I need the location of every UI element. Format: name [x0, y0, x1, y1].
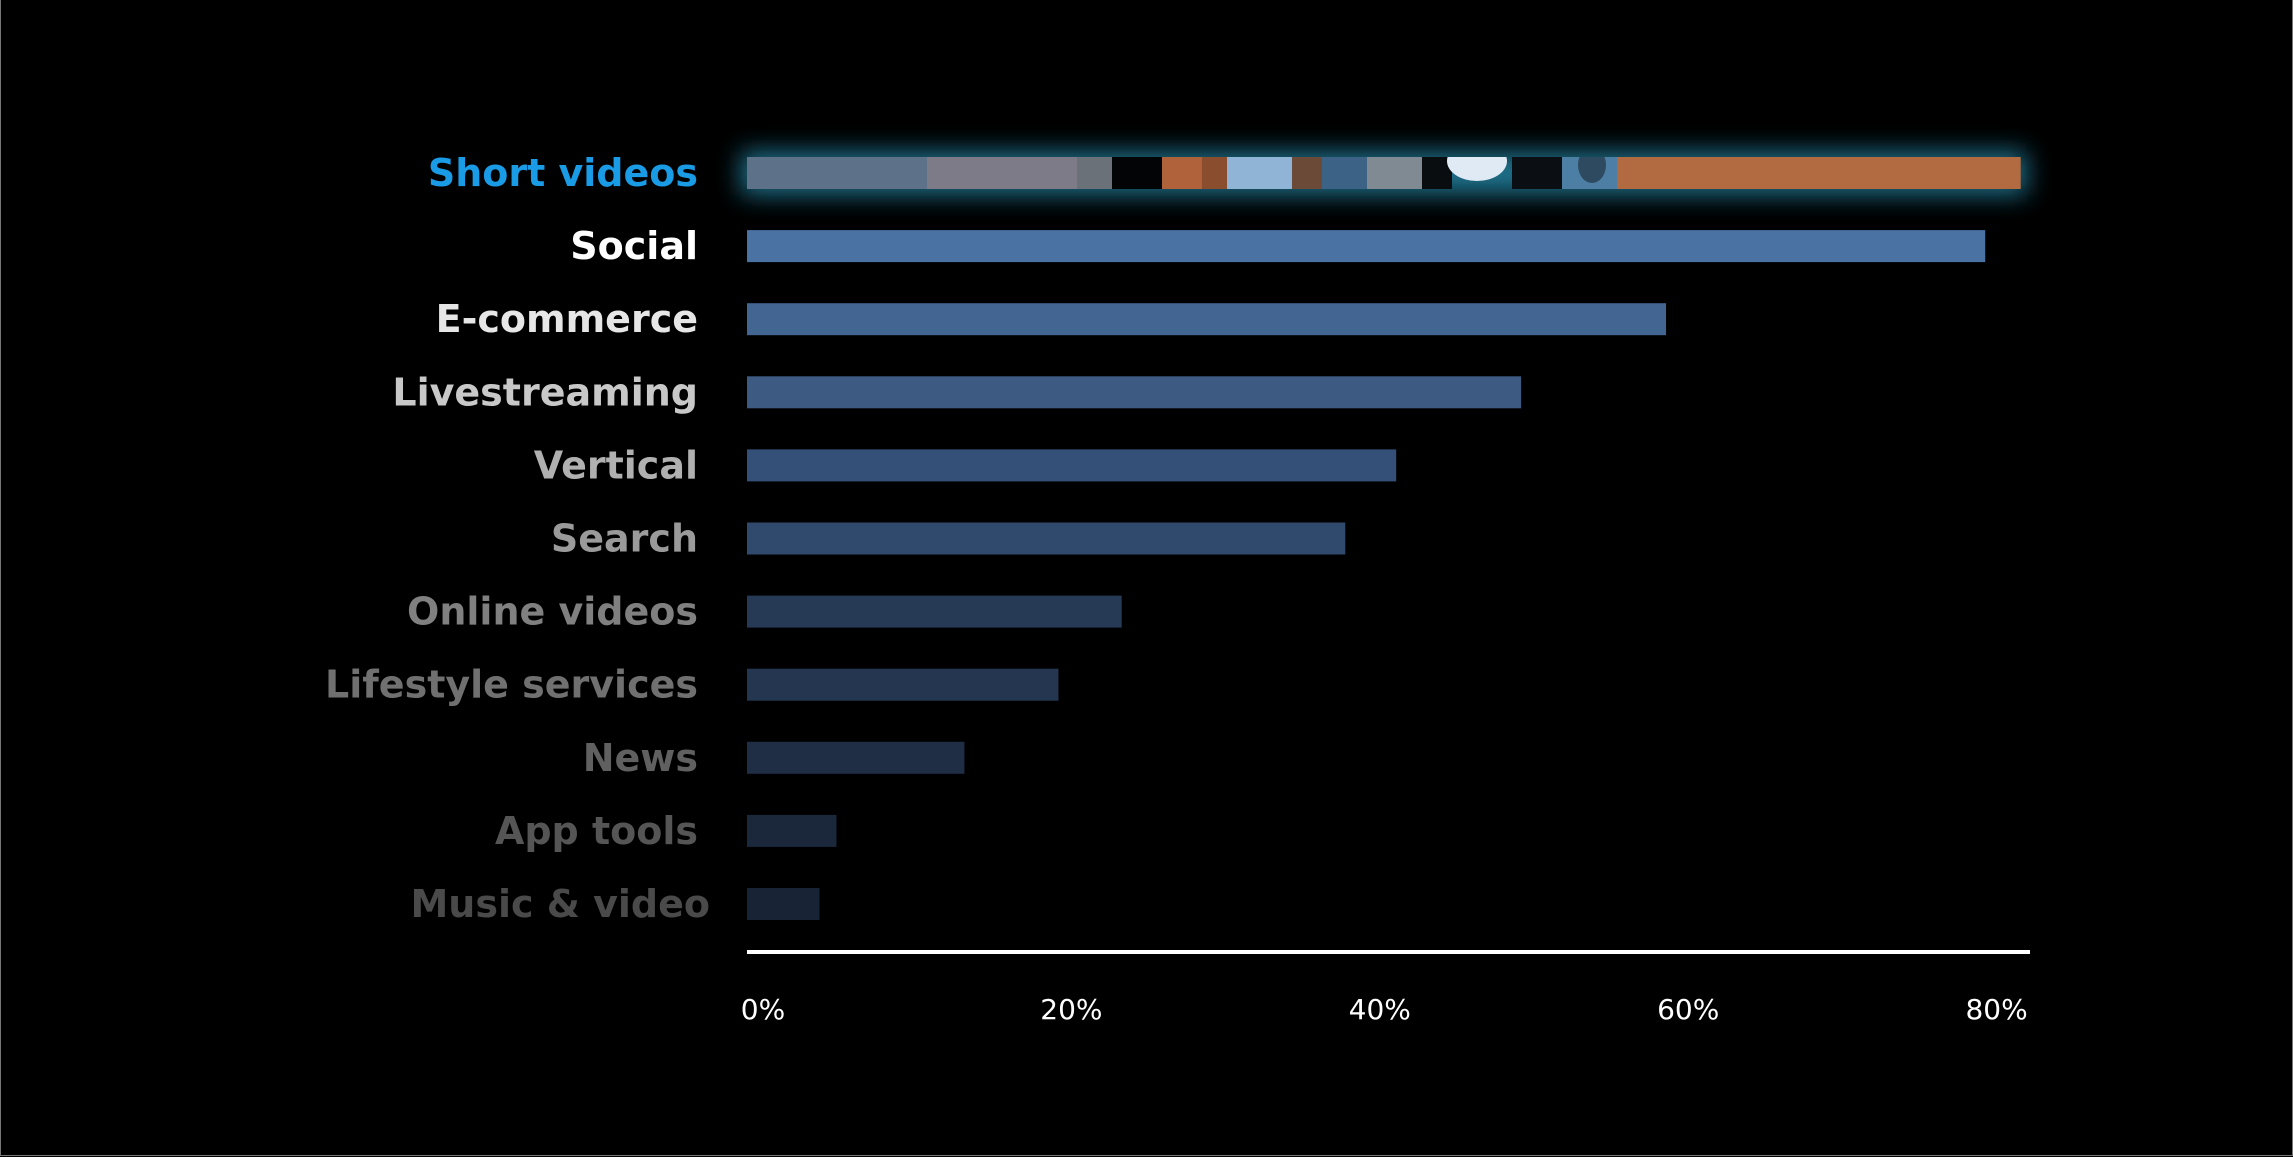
x-tick-label-0: 0%	[741, 993, 785, 1026]
bar-search	[747, 522, 1346, 555]
category-label-short-videos: Short videos	[428, 151, 698, 195]
x-axis-line	[747, 950, 2030, 954]
category-label-online-videos: Online videos	[407, 590, 698, 634]
category-label-music-and-video: Music & video	[410, 882, 710, 926]
category-labels: Short videos Social E-commerce Livestreamin…	[325, 151, 710, 926]
bar-vertical	[747, 449, 1397, 482]
category-label-vertical: Vertical	[534, 443, 698, 487]
bar-app-tools	[747, 814, 837, 847]
category-label-news: News	[583, 736, 698, 780]
category-label-e-commerce: E-commerce	[436, 297, 698, 341]
x-tick-label-20: 20%	[1040, 993, 1102, 1026]
bar-lifestyle-services	[747, 668, 1059, 701]
bar-news	[747, 741, 965, 774]
bars-group	[747, 157, 2021, 920]
bar-e-commerce	[747, 303, 1667, 336]
bar-chart: Short videos Social E-commerce Livestreamin…	[325, 151, 2030, 1026]
bar-social	[747, 230, 1986, 263]
category-label-lifestyle-services: Lifestyle services	[325, 663, 698, 707]
bar-music-and-video	[747, 888, 820, 920]
x-axis-ticks: 0% 20% 40% 60% 80%	[741, 993, 2028, 1026]
x-tick-label-80: 80%	[1965, 993, 2027, 1026]
category-label-social: Social	[570, 224, 698, 268]
category-label-app-tools: App tools	[495, 809, 698, 853]
bar-livestreaming	[747, 376, 1522, 409]
category-label-livestreaming: Livestreaming	[392, 370, 698, 414]
x-tick-label-60: 60%	[1657, 993, 1719, 1026]
bar-online-videos	[747, 595, 1122, 628]
x-tick-label-40: 40%	[1349, 993, 1411, 1026]
bar-short-videos	[747, 157, 2021, 189]
category-label-search: Search	[551, 517, 698, 561]
